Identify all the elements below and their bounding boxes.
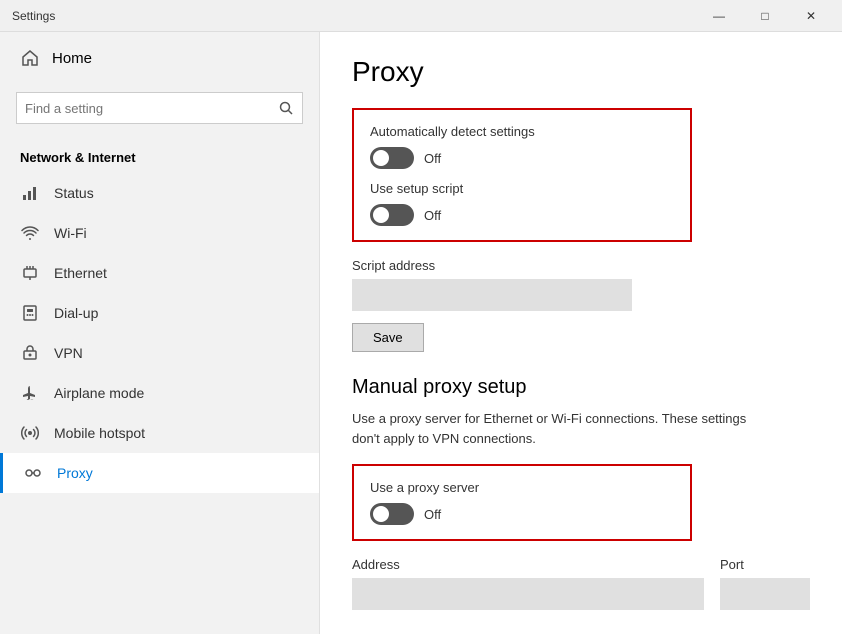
titlebar-controls: — □ ✕ [696,0,834,32]
proxy-toggle[interactable] [370,503,414,525]
script-toggle-track [370,204,414,226]
close-button[interactable]: ✕ [788,0,834,32]
detect-settings-label: Automatically detect settings [370,124,674,139]
sidebar-section-title: Network & Internet [0,140,319,173]
sidebar: Home Network & Internet Status [0,32,320,634]
port-input[interactable] [720,578,810,610]
manual-proxy-heading: Manual proxy setup [352,376,810,399]
proxy-toggle-thumb [373,506,389,522]
sidebar-item-dialup[interactable]: Dial-up [0,293,319,333]
sidebar-item-wifi-label: Wi-Fi [54,225,87,241]
sidebar-item-airplane-label: Airplane mode [54,385,144,401]
proxy-icon [23,463,43,483]
vpn-icon [20,343,40,363]
sidebar-item-ethernet[interactable]: Ethernet [0,253,319,293]
sidebar-item-hotspot-label: Mobile hotspot [54,425,145,441]
port-label: Port [720,557,810,572]
sidebar-item-vpn[interactable]: VPN [0,333,319,373]
script-address-input[interactable] [352,279,632,311]
save-button[interactable]: Save [352,323,424,352]
manual-proxy-description: Use a proxy server for Ethernet or Wi-Fi… [352,409,772,448]
port-field: Port [720,557,810,610]
address-input[interactable] [352,578,704,610]
setup-script-label: Use setup script [370,181,674,196]
proxy-toggle-state: Off [424,507,441,522]
airplane-icon [20,383,40,403]
detect-toggle[interactable] [370,147,414,169]
script-toggle-thumb [373,207,389,223]
script-address-section: Script address [352,258,810,311]
script-toggle-row: Off [370,204,674,226]
search-button[interactable] [270,92,302,124]
detect-toggle-row: Off [370,147,674,169]
home-icon [20,48,40,68]
address-field: Address [352,557,704,610]
page-title: Proxy [352,56,810,88]
script-toggle-state: Off [424,208,441,223]
app-container: Home Network & Internet Status [0,32,842,634]
main-content: Proxy Automatically detect settings Off … [320,32,842,634]
sidebar-item-wifi[interactable]: Wi-Fi [0,213,319,253]
titlebar: Settings — □ ✕ [0,0,842,32]
sidebar-item-ethernet-label: Ethernet [54,265,107,281]
search-box[interactable] [16,92,303,124]
detect-toggle-thumb [373,150,389,166]
maximize-button[interactable]: □ [742,0,788,32]
minimize-button[interactable]: — [696,0,742,32]
proxy-toggle-row: Off [370,503,674,525]
script-address-label: Script address [352,258,810,273]
sidebar-item-vpn-label: VPN [54,345,83,361]
wifi-icon [20,223,40,243]
use-proxy-section: Use a proxy server Off [352,464,692,541]
status-icon [20,183,40,203]
sidebar-item-proxy-label: Proxy [57,465,93,481]
search-input[interactable] [17,97,270,120]
home-label: Home [52,50,92,67]
address-label: Address [352,557,704,572]
sidebar-item-status-label: Status [54,185,94,201]
titlebar-title: Settings [12,9,55,23]
ethernet-icon [20,263,40,283]
hotspot-icon [20,423,40,443]
dialup-icon [20,303,40,323]
detect-toggle-state: Off [424,151,441,166]
auto-proxy-section: Automatically detect settings Off Use se… [352,108,692,242]
sidebar-item-dialup-label: Dial-up [54,305,98,321]
sidebar-item-home[interactable]: Home [0,32,319,84]
detect-toggle-track [370,147,414,169]
sidebar-item-status[interactable]: Status [0,173,319,213]
use-proxy-label: Use a proxy server [370,480,674,495]
address-port-row: Address Port [352,557,810,610]
proxy-toggle-track [370,503,414,525]
sidebar-item-hotspot[interactable]: Mobile hotspot [0,413,319,453]
sidebar-item-proxy[interactable]: Proxy [0,453,319,493]
script-toggle[interactable] [370,204,414,226]
sidebar-item-airplane[interactable]: Airplane mode [0,373,319,413]
